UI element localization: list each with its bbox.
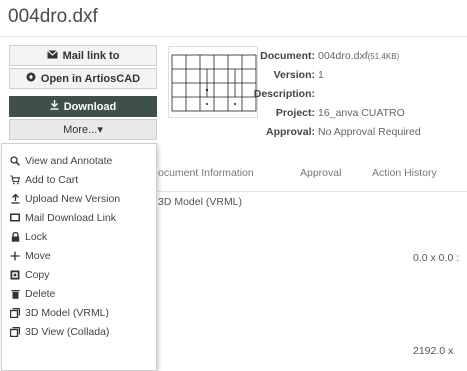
tab-document-information[interactable]: ocument Information — [158, 167, 254, 179]
tabs-divider — [158, 191, 467, 192]
download-label: Download — [63, 100, 117, 113]
cube-icon — [10, 307, 20, 318]
document-title: 004dro.dxf — [8, 6, 98, 27]
menu-item-3d-model-vrml[interactable]: 3D Model (VRML) — [10, 304, 109, 321]
approval-label: Approval: — [265, 126, 315, 138]
more-button[interactable]: More...▾ — [9, 119, 157, 140]
dimension-value: 2192.0 x — [413, 345, 454, 357]
menu-item-3d-view-collada[interactable]: 3D View (Collada) — [10, 323, 109, 340]
document-value: 004dro.dxf(51.4KB) — [318, 50, 400, 62]
cart-icon — [10, 174, 20, 185]
more-menu: View and Annotate Add to Cart Upload New… — [1, 143, 157, 371]
mail-icon — [46, 49, 58, 62]
version-label: Version: — [273, 69, 315, 81]
open-artioscad-button[interactable]: Open in ArtiosCAD — [9, 68, 157, 89]
project-label: Project: — [275, 107, 315, 119]
menu-item-move[interactable]: Move — [10, 247, 51, 264]
tab-action-history[interactable]: Action History — [372, 167, 437, 179]
menu-item-lock[interactable]: Lock — [10, 228, 47, 245]
version-value: 1 — [318, 69, 324, 81]
mail-link-button[interactable]: Mail link to — [9, 45, 157, 66]
menu-item-upload-new-version[interactable]: Upload New Version — [10, 190, 120, 207]
dimension-value: 0.0 x 0.0 : — [413, 252, 460, 264]
download-button[interactable]: Download — [9, 96, 157, 117]
mail-icon — [10, 213, 20, 223]
subtab-3d-model[interactable]: 3D Model (VRML) — [158, 196, 242, 208]
more-label: More...▾ — [63, 124, 103, 136]
trash-icon — [10, 289, 20, 299]
move-icon — [10, 251, 20, 261]
open-artioscad-label: Open in ArtiosCAD — [40, 72, 141, 85]
document-label: Document: — [260, 50, 315, 62]
menu-item-mail-download-link[interactable]: Mail Download Link — [10, 209, 116, 226]
description-label: Description: — [253, 88, 315, 100]
mail-link-label: Mail link to — [62, 49, 120, 62]
artioscad-icon — [26, 72, 36, 85]
document-thumbnail[interactable] — [168, 46, 258, 118]
project-value: 16_anva CUATRO — [318, 107, 405, 119]
menu-item-delete[interactable]: Delete — [10, 285, 55, 302]
menu-item-copy[interactable]: Copy — [10, 266, 50, 283]
copy-icon — [10, 270, 20, 280]
title-divider — [0, 36, 467, 37]
document-size: (51.4KB) — [367, 52, 400, 61]
download-icon — [50, 100, 59, 113]
magnifier-icon — [10, 155, 20, 166]
menu-item-add-to-cart[interactable]: Add to Cart — [10, 171, 78, 188]
upload-icon — [10, 193, 20, 204]
lock-icon — [10, 231, 20, 242]
cube-icon — [10, 326, 20, 337]
menu-item-view-annotate[interactable]: View and Annotate — [10, 152, 112, 169]
tab-approval[interactable]: Approval — [300, 167, 341, 179]
approval-value: No Approval Required — [318, 126, 421, 138]
